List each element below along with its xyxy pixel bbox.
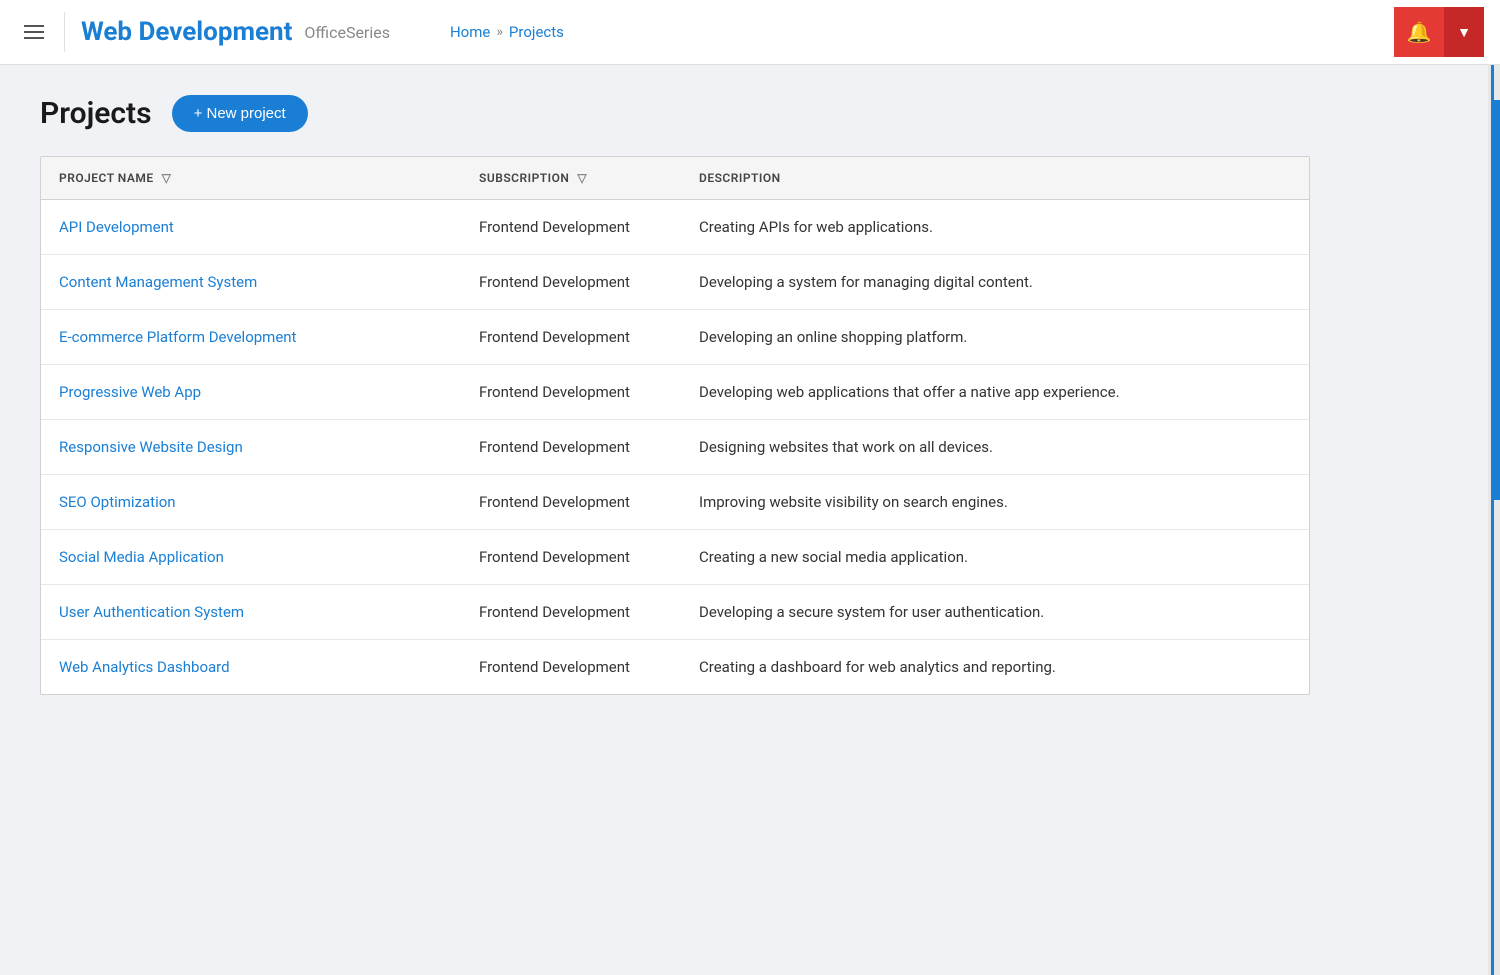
subscription-cell: Frontend Development [461,365,681,420]
new-project-button[interactable]: + New project [172,95,308,132]
app-title: Web Development [81,17,292,47]
header-actions: 🔔 ▼ [1394,7,1484,57]
scrollbar-track[interactable] [1488,0,1500,975]
breadcrumb-current[interactable]: Projects [509,23,564,41]
project-name-cell: E-commerce Platform Development [41,310,461,365]
notifications-button[interactable]: 🔔 [1394,7,1444,57]
page-header: Projects + New project [40,95,1320,132]
subscription-cell: Frontend Development [461,420,681,475]
description-cell: Developing a system for managing digital… [681,255,1309,310]
scrollbar-thumb[interactable] [1492,100,1500,500]
description-cell: Developing web applications that offer a… [681,365,1309,420]
col-header-project-name: PROJECT NAME ▽ [41,157,461,200]
breadcrumb-separator: » [496,24,503,40]
breadcrumb-home[interactable]: Home [450,23,490,41]
project-link[interactable]: User Authentication System [59,603,244,621]
subscription-cell: Frontend Development [461,475,681,530]
project-link[interactable]: API Development [59,218,174,236]
description-cell: Developing a secure system for user auth… [681,585,1309,640]
col-header-description: DESCRIPTION [681,157,1309,200]
project-name-cell: User Authentication System [41,585,461,640]
subscription-cell: Frontend Development [461,255,681,310]
col-header-subscription: SUBSCRIPTION ▽ [461,157,681,200]
menu-button[interactable] [16,17,52,47]
project-link[interactable]: Content Management System [59,273,257,291]
subscription-cell: Frontend Development [461,310,681,365]
subscription-cell: Frontend Development [461,585,681,640]
project-link[interactable]: Web Analytics Dashboard [59,658,230,676]
subscription-cell: Frontend Development [461,640,681,695]
app-header: Web Development OfficeSeries Home » Proj… [0,0,1500,65]
table-row: Progressive Web App Frontend DevelopmentD… [41,365,1309,420]
table-row: E-commerce Platform Development Frontend … [41,310,1309,365]
project-link[interactable]: SEO Optimization [59,493,176,511]
table-row: API Development Frontend DevelopmentCreat… [41,200,1309,255]
breadcrumb: Home » Projects [450,23,564,41]
filter-project-icon[interactable]: ▽ [162,171,172,185]
user-dropdown-button[interactable]: ▼ [1444,7,1484,57]
table-row: Content Management System Frontend Develo… [41,255,1309,310]
table-header: PROJECT NAME ▽ SUBSCRIPTION ▽ DESCRIPTIO… [41,157,1309,200]
description-cell: Developing an online shopping platform. [681,310,1309,365]
subscription-cell: Frontend Development [461,530,681,585]
project-name-cell: API Development [41,200,461,255]
description-cell: Creating APIs for web applications. [681,200,1309,255]
table-body: API DevelopmentFrontend DevelopmentCreat… [41,200,1309,695]
project-name-cell: SEO Optimization [41,475,461,530]
projects-table-container: PROJECT NAME ▽ SUBSCRIPTION ▽ DESCRIPTIO… [40,156,1310,695]
project-name-cell: Content Management System [41,255,461,310]
page-title: Projects [40,96,152,131]
project-name-cell: Social Media Application [41,530,461,585]
description-cell: Designing websites that work on all devi… [681,420,1309,475]
project-name-cell: Responsive Website Design [41,420,461,475]
description-cell: Improving website visibility on search e… [681,475,1309,530]
app-subtitle: OfficeSeries [304,23,390,42]
header-divider [64,12,65,52]
table-row: User Authentication System Frontend Devel… [41,585,1309,640]
table-row: Web Analytics Dashboard Frontend Developm… [41,640,1309,695]
project-link[interactable]: Responsive Website Design [59,438,243,456]
project-name-cell: Web Analytics Dashboard [41,640,461,695]
description-cell: Creating a dashboard for web analytics a… [681,640,1309,695]
projects-table: PROJECT NAME ▽ SUBSCRIPTION ▽ DESCRIPTIO… [41,157,1309,694]
project-link[interactable]: E-commerce Platform Development [59,328,296,346]
table-row: Social Media Application Frontend Develop… [41,530,1309,585]
bell-icon: 🔔 [1407,20,1432,45]
table-row: Responsive Website Design Frontend Develo… [41,420,1309,475]
project-link[interactable]: Social Media Application [59,548,224,566]
project-name-cell: Progressive Web App [41,365,461,420]
subscription-cell: Frontend Development [461,200,681,255]
main-content: Projects + New project PROJECT NAME ▽ SU… [0,65,1360,725]
project-link[interactable]: Progressive Web App [59,383,201,401]
filter-subscription-icon[interactable]: ▽ [577,171,587,185]
chevron-down-icon: ▼ [1457,24,1471,40]
description-cell: Creating a new social media application. [681,530,1309,585]
table-row: SEO Optimization Frontend DevelopmentImpr… [41,475,1309,530]
